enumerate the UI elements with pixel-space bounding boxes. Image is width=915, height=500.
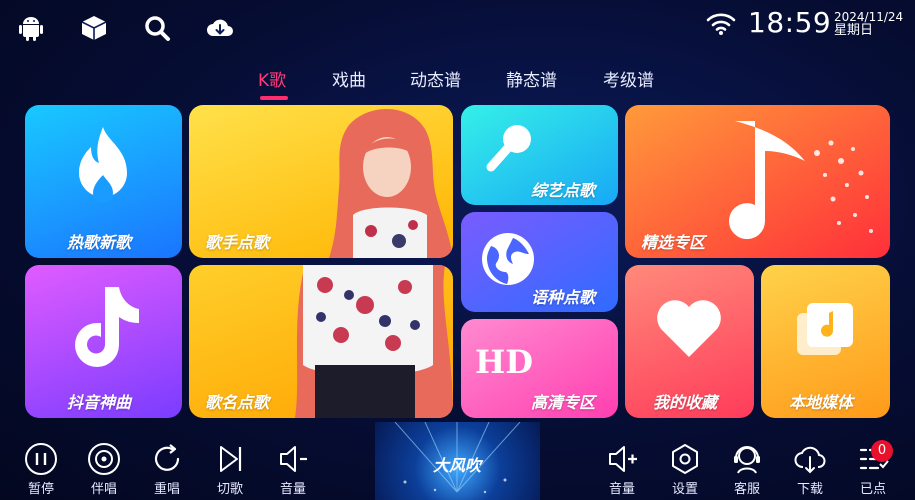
queue-label: 已点: [859, 482, 886, 497]
support-icon: [734, 446, 760, 474]
replay-label: 重唱: [153, 482, 180, 497]
settings-button[interactable]: 设置: [659, 442, 711, 497]
volume-down-button[interactable]: 音量: [267, 442, 319, 497]
cloud-download-icon[interactable]: [202, 10, 238, 46]
skip-button[interactable]: 切歌: [204, 442, 256, 497]
tile-douyin[interactable]: 抖音神曲: [25, 265, 182, 418]
download-icon: [794, 446, 826, 474]
search-icon[interactable]: [139, 10, 175, 46]
tab-dynamic-score[interactable]: 动态谱: [410, 66, 461, 91]
replay-button[interactable]: 重唱: [141, 442, 193, 497]
flame-icon: [79, 127, 127, 203]
settings-icon: [672, 444, 698, 474]
tab-opera[interactable]: 戏曲: [332, 66, 366, 91]
pause-label: 暂停: [27, 482, 54, 497]
pause-icon: [25, 443, 57, 475]
tab-static-score[interactable]: 静态谱: [506, 66, 557, 91]
tile-singer[interactable]: 歌手点歌: [189, 105, 453, 258]
date-text: 2024/11/24: [834, 10, 904, 24]
tab-grade-score[interactable]: 考级谱: [603, 66, 654, 91]
pause-button[interactable]: 暂停: [15, 442, 67, 497]
box-icon[interactable]: [76, 10, 112, 46]
hd-icon: HD: [475, 343, 533, 381]
tile-hd[interactable]: HD 高清专区: [461, 319, 618, 418]
tile-hot-songs[interactable]: 热歌新歌: [25, 105, 182, 258]
disc-icon: [88, 443, 120, 475]
download-label: 下载: [796, 482, 823, 497]
accompaniment-label: 伴唱: [90, 482, 117, 497]
replay-icon: [154, 444, 180, 471]
tile-label: 综艺点歌: [531, 181, 596, 200]
volume-down-icon: [280, 446, 307, 472]
tile-label: 精选专区: [641, 233, 706, 252]
volume-up-button[interactable]: 音量: [596, 442, 648, 497]
skip-label: 切歌: [216, 482, 243, 497]
support-label: 客服: [733, 482, 760, 497]
tile-label: 高清专区: [531, 393, 596, 412]
tile-song-name[interactable]: 歌名点歌: [189, 265, 453, 418]
weekday-text: 星期日: [834, 23, 874, 38]
wifi-icon: [706, 12, 736, 40]
skip-next-icon: [220, 446, 242, 472]
volume-up-icon: [609, 446, 637, 472]
tile-label: 歌名点歌: [205, 393, 270, 412]
music-note-icon: [729, 121, 873, 240]
tile-label: 语种点歌: [531, 288, 596, 307]
tile-local-media[interactable]: 本地媒体: [761, 265, 890, 418]
tile-label: 抖音神曲: [67, 393, 132, 412]
support-button[interactable]: 客服: [721, 442, 773, 497]
singer-photo: [329, 108, 453, 258]
singer-photo-lower: [295, 265, 453, 418]
tile-label: 热歌新歌: [67, 233, 132, 252]
clock-date: 2024/11/24 星期日: [834, 10, 903, 38]
tile-label: 我的收藏: [653, 393, 718, 412]
accompaniment-button[interactable]: 伴唱: [78, 442, 130, 497]
tile-variety[interactable]: 综艺点歌: [461, 105, 618, 205]
tile-language[interactable]: 语种点歌: [461, 212, 618, 312]
heart-icon: [657, 300, 721, 357]
media-library-icon: [797, 303, 853, 355]
microphone-icon: [486, 125, 531, 172]
globe-icon: [482, 233, 534, 285]
android-icon[interactable]: [13, 10, 49, 46]
tile-featured[interactable]: 精选专区: [625, 105, 890, 258]
active-tab-indicator: [260, 96, 288, 100]
settings-label: 设置: [671, 482, 698, 497]
volume-down-label: 音量: [279, 482, 306, 497]
tile-favorites[interactable]: 我的收藏: [625, 265, 754, 418]
volume-up-label: 音量: [608, 482, 635, 497]
download-button[interactable]: 下载: [784, 442, 836, 497]
tab-k-song[interactable]: K歌: [258, 66, 286, 91]
queue-count-badge: 0: [871, 440, 893, 462]
tiktok-icon: [75, 287, 139, 367]
tile-label: 歌手点歌: [205, 233, 270, 252]
video-title: 大风吹: [433, 456, 482, 475]
video-preview[interactable]: 大风吹: [375, 422, 540, 500]
category-tabs: K歌 戏曲 动态谱 静态谱 考级谱: [0, 64, 915, 104]
clock-time: 18:59: [748, 6, 832, 39]
tile-label: 本地媒体: [789, 393, 854, 412]
